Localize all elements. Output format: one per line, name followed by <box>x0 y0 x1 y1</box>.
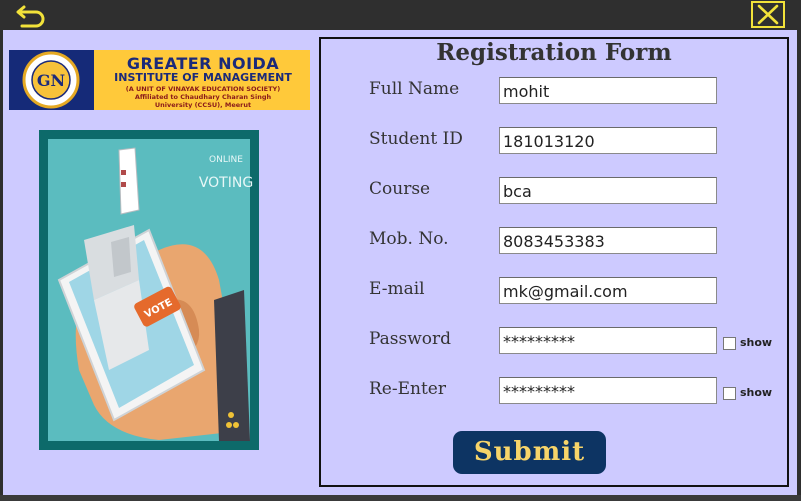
show-password-checkbox[interactable] <box>723 337 736 350</box>
full-name-input[interactable] <box>499 77 717 104</box>
title-bar <box>0 0 801 30</box>
illustration-caption-top: ONLINE <box>209 155 243 165</box>
back-arrow-icon <box>16 5 45 28</box>
password-label: Password <box>369 329 452 349</box>
course-input[interactable] <box>499 177 717 204</box>
registration-form: Registration Form Full Name Student ID C… <box>319 37 789 487</box>
emblem-text: GN <box>37 71 65 90</box>
email-input[interactable] <box>499 277 717 304</box>
institute-logo: GN GREATER NOIDA INSTITUTE OF MANAGEMENT… <box>9 50 310 110</box>
main-panel: GN GREATER NOIDA INSTITUTE OF MANAGEMENT… <box>3 30 797 495</box>
close-icon <box>757 4 779 25</box>
re-enter-password-input[interactable] <box>499 377 717 404</box>
logo-affiliation-line: Affiliated to Chaudhary Charan Singh <box>134 93 272 101</box>
logo-society-line: (A UNIT OF VINAYAK EDUCATION SOCIETY) <box>125 85 281 93</box>
back-button[interactable] <box>14 3 50 29</box>
logo-emblem: GN <box>9 50 94 110</box>
show-re-enter-checkbox[interactable] <box>723 387 736 400</box>
bottom-strip <box>0 495 801 501</box>
re-enter-password-label: Re-Enter <box>369 379 446 399</box>
online-voting-illustration: ONLINE VOTING VOTE <box>39 130 259 450</box>
mobile-number-label: Mob. No. <box>369 229 449 249</box>
password-input[interactable] <box>499 327 717 354</box>
mobile-number-input[interactable] <box>499 227 717 254</box>
full-name-label: Full Name <box>369 79 460 99</box>
show-password-label: show <box>740 336 773 349</box>
illustration-caption-bottom: VOTING <box>199 175 253 191</box>
course-label: Course <box>369 179 431 199</box>
form-title: Registration Form <box>436 39 672 66</box>
email-label: E-mail <box>369 279 425 299</box>
student-id-label: Student ID <box>369 129 463 149</box>
submit-button[interactable]: Submit <box>453 431 606 474</box>
close-button[interactable] <box>751 1 785 28</box>
show-re-enter-label: show <box>740 386 773 399</box>
logo-subtitle: INSTITUTE OF MANAGEMENT <box>114 71 292 84</box>
logo-university-line: University (CCSU), Meerut <box>154 101 252 109</box>
student-id-input[interactable] <box>499 127 717 154</box>
